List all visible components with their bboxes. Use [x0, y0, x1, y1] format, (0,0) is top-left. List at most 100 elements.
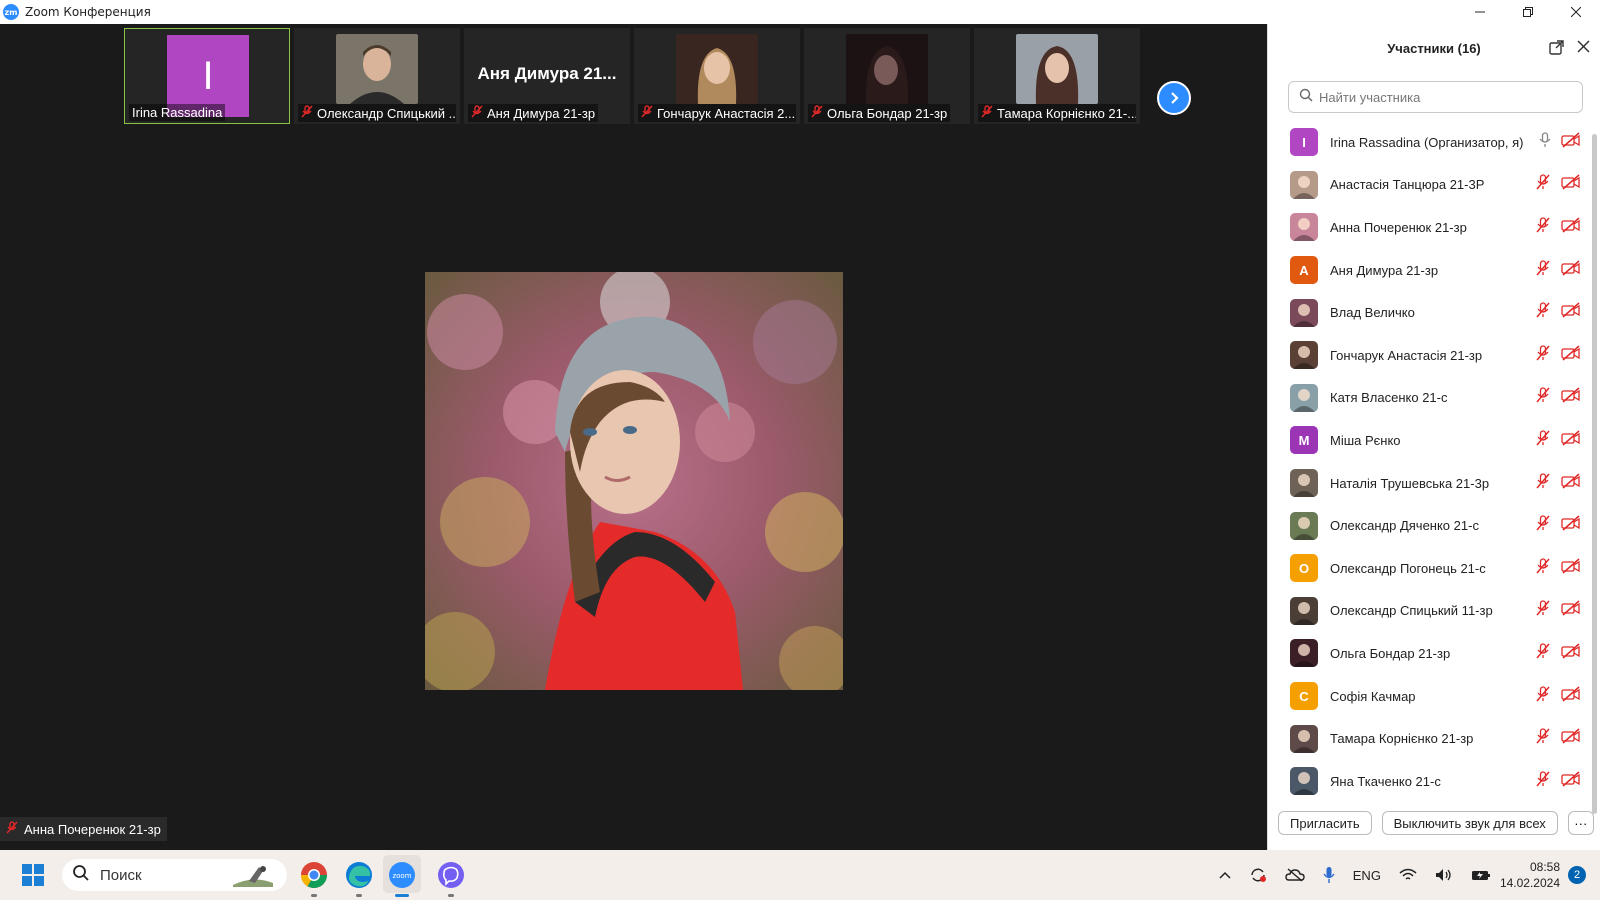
video-tile-honcharuk[interactable]: Гончарук Анастасія 2... [634, 28, 800, 124]
video-off-icon[interactable] [1561, 174, 1581, 195]
mic-muted-icon[interactable] [1535, 600, 1551, 621]
volume-icon[interactable] [1435, 868, 1453, 882]
participant-name: Гончарук Анастасія 21-зр [1330, 347, 1483, 363]
participant-row[interactable]: Катя Власенко 21-с [1268, 377, 1600, 420]
video-off-icon[interactable] [1561, 771, 1581, 792]
participant-row[interactable]: I Irina Rassadina (Организатор, я) [1268, 121, 1600, 164]
clock-time: 08:58 [1529, 860, 1560, 874]
taskbar: Поиск zoom ENG 08:58 14.02.2024 2 [0, 850, 1600, 900]
video-off-icon[interactable] [1561, 558, 1581, 579]
video-off-icon[interactable] [1561, 260, 1581, 281]
running-indicator [448, 894, 454, 897]
participant-row[interactable]: C Софія Качмар [1268, 675, 1600, 718]
sync-icon[interactable] [1249, 867, 1267, 883]
microphone-icon[interactable] [1539, 132, 1551, 153]
close-window-button[interactable] [1552, 0, 1600, 24]
avatar: C [1290, 682, 1318, 711]
clock-date: 14.02.2024 [1499, 876, 1560, 890]
participant-name: Олександр Погонець 21-с [1330, 560, 1486, 576]
mic-muted-icon[interactable] [1535, 728, 1551, 749]
windows-start-icon[interactable] [22, 864, 44, 891]
participant-name: Яна Ткаченко 21-с [1330, 773, 1441, 789]
video-tile-tamara[interactable]: Тамара Корнієнко 21-... [974, 28, 1140, 124]
participant-row[interactable]: Ольга Бондар 21-зр [1268, 632, 1600, 675]
mic-muted-icon[interactable] [1535, 259, 1551, 281]
participant-status [1535, 217, 1581, 238]
participant-row[interactable]: O Олександр Погонець 21-с [1268, 547, 1600, 590]
participant-row[interactable]: Олександр Дяченко 21-с [1268, 504, 1600, 547]
participants-panel: Участники (16) I Irina Rassadina (Организ… [1267, 24, 1600, 850]
video-off-icon[interactable] [1561, 302, 1581, 323]
clock[interactable]: 08:58 14.02.2024 [1500, 859, 1560, 891]
video-tile-oleksandr[interactable]: Олександр Спицький ... [294, 28, 460, 124]
participant-row[interactable]: Яна Ткаченко 21-с [1268, 760, 1600, 803]
mic-muted-icon[interactable] [1535, 515, 1551, 536]
participant-search[interactable] [1288, 81, 1583, 113]
participant-row[interactable]: Анастасія Танцюра 21-3Р [1268, 164, 1600, 207]
viber-icon[interactable] [437, 861, 465, 889]
participant-row[interactable]: A Аня Димура 21-зр [1268, 249, 1600, 292]
participant-row[interactable]: M Міша Рєнко [1268, 419, 1600, 462]
restore-button[interactable] [1504, 0, 1552, 24]
next-page-button[interactable] [1157, 81, 1191, 115]
participant-status [1535, 302, 1581, 323]
participant-row[interactable]: Олександр Спицький 11-зр [1268, 590, 1600, 633]
participant-row[interactable]: Влад Величко [1268, 291, 1600, 334]
video-off-icon[interactable] [1561, 217, 1581, 238]
mic-muted-icon[interactable] [1535, 174, 1551, 195]
mic-muted-icon[interactable] [1535, 387, 1551, 408]
video-off-icon[interactable] [1561, 387, 1581, 408]
pop-out-icon[interactable] [1549, 40, 1564, 60]
zoom-icon[interactable]: zoom [388, 861, 416, 889]
minimize-button[interactable] [1456, 0, 1504, 24]
search-icon [1299, 88, 1313, 107]
participant-row[interactable]: Наталія Трушевська 21-3р [1268, 462, 1600, 505]
more-options-button[interactable]: ··· [1567, 811, 1594, 835]
participant-name: Міша Рєнко [1330, 432, 1401, 448]
avatar [1290, 511, 1318, 540]
mic-muted-icon[interactable] [1535, 643, 1551, 664]
mic-muted-icon[interactable] [1535, 771, 1551, 792]
mic-muted-icon[interactable] [1535, 302, 1551, 323]
video-off-icon[interactable] [1561, 472, 1581, 494]
microphone-icon[interactable] [1323, 866, 1335, 884]
video-tile-anya[interactable]: Аня Димура 21... Аня Димура 21-зр [464, 28, 630, 124]
mic-muted-icon[interactable] [1535, 558, 1551, 579]
mute-all-button[interactable]: Выключить звук для всех [1381, 811, 1558, 835]
video-off-icon[interactable] [1561, 515, 1581, 536]
mic-muted-icon[interactable] [1535, 472, 1551, 494]
search-input[interactable] [1319, 89, 1569, 105]
avatar [846, 34, 928, 104]
scrollbar[interactable] [1592, 134, 1597, 814]
video-tile-irina[interactable]: I Irina Rassadina [124, 28, 290, 124]
mic-muted-icon[interactable] [1535, 217, 1551, 238]
participant-status [1535, 643, 1581, 664]
notification-badge[interactable]: 2 [1568, 866, 1586, 884]
avatar [1290, 596, 1318, 625]
video-tile-olha[interactable]: Ольга Бондар 21-зр [804, 28, 970, 124]
video-off-icon[interactable] [1561, 430, 1581, 451]
close-icon[interactable] [1577, 40, 1590, 58]
edge-icon[interactable] [345, 861, 373, 889]
invite-button[interactable]: Пригласить [1278, 811, 1372, 835]
video-off-icon[interactable] [1561, 132, 1581, 153]
language-indicator[interactable]: ENG [1353, 868, 1381, 883]
wifi-icon[interactable] [1399, 868, 1417, 882]
mic-muted-icon[interactable] [1535, 430, 1551, 451]
avatar [1016, 34, 1098, 104]
video-off-icon[interactable] [1561, 728, 1581, 749]
participant-row[interactable]: Анна Почеренюк 21-зр [1268, 206, 1600, 249]
mic-muted-icon[interactable] [1535, 345, 1551, 366]
onedrive-off-icon[interactable] [1285, 868, 1305, 882]
video-off-icon[interactable] [1561, 345, 1581, 366]
video-off-icon[interactable] [1561, 643, 1581, 664]
video-off-icon[interactable] [1561, 685, 1581, 707]
chevron-up-icon[interactable] [1219, 871, 1231, 879]
battery-icon[interactable] [1471, 868, 1491, 882]
participant-row[interactable]: Тамара Корнієнко 21-зр [1268, 717, 1600, 760]
taskbar-search[interactable]: Поиск [62, 859, 287, 891]
video-off-icon[interactable] [1561, 600, 1581, 621]
mic-muted-icon[interactable] [1535, 685, 1551, 707]
participant-row[interactable]: Гончарук Анастасія 21-зр [1268, 334, 1600, 377]
chrome-icon[interactable] [300, 861, 328, 889]
